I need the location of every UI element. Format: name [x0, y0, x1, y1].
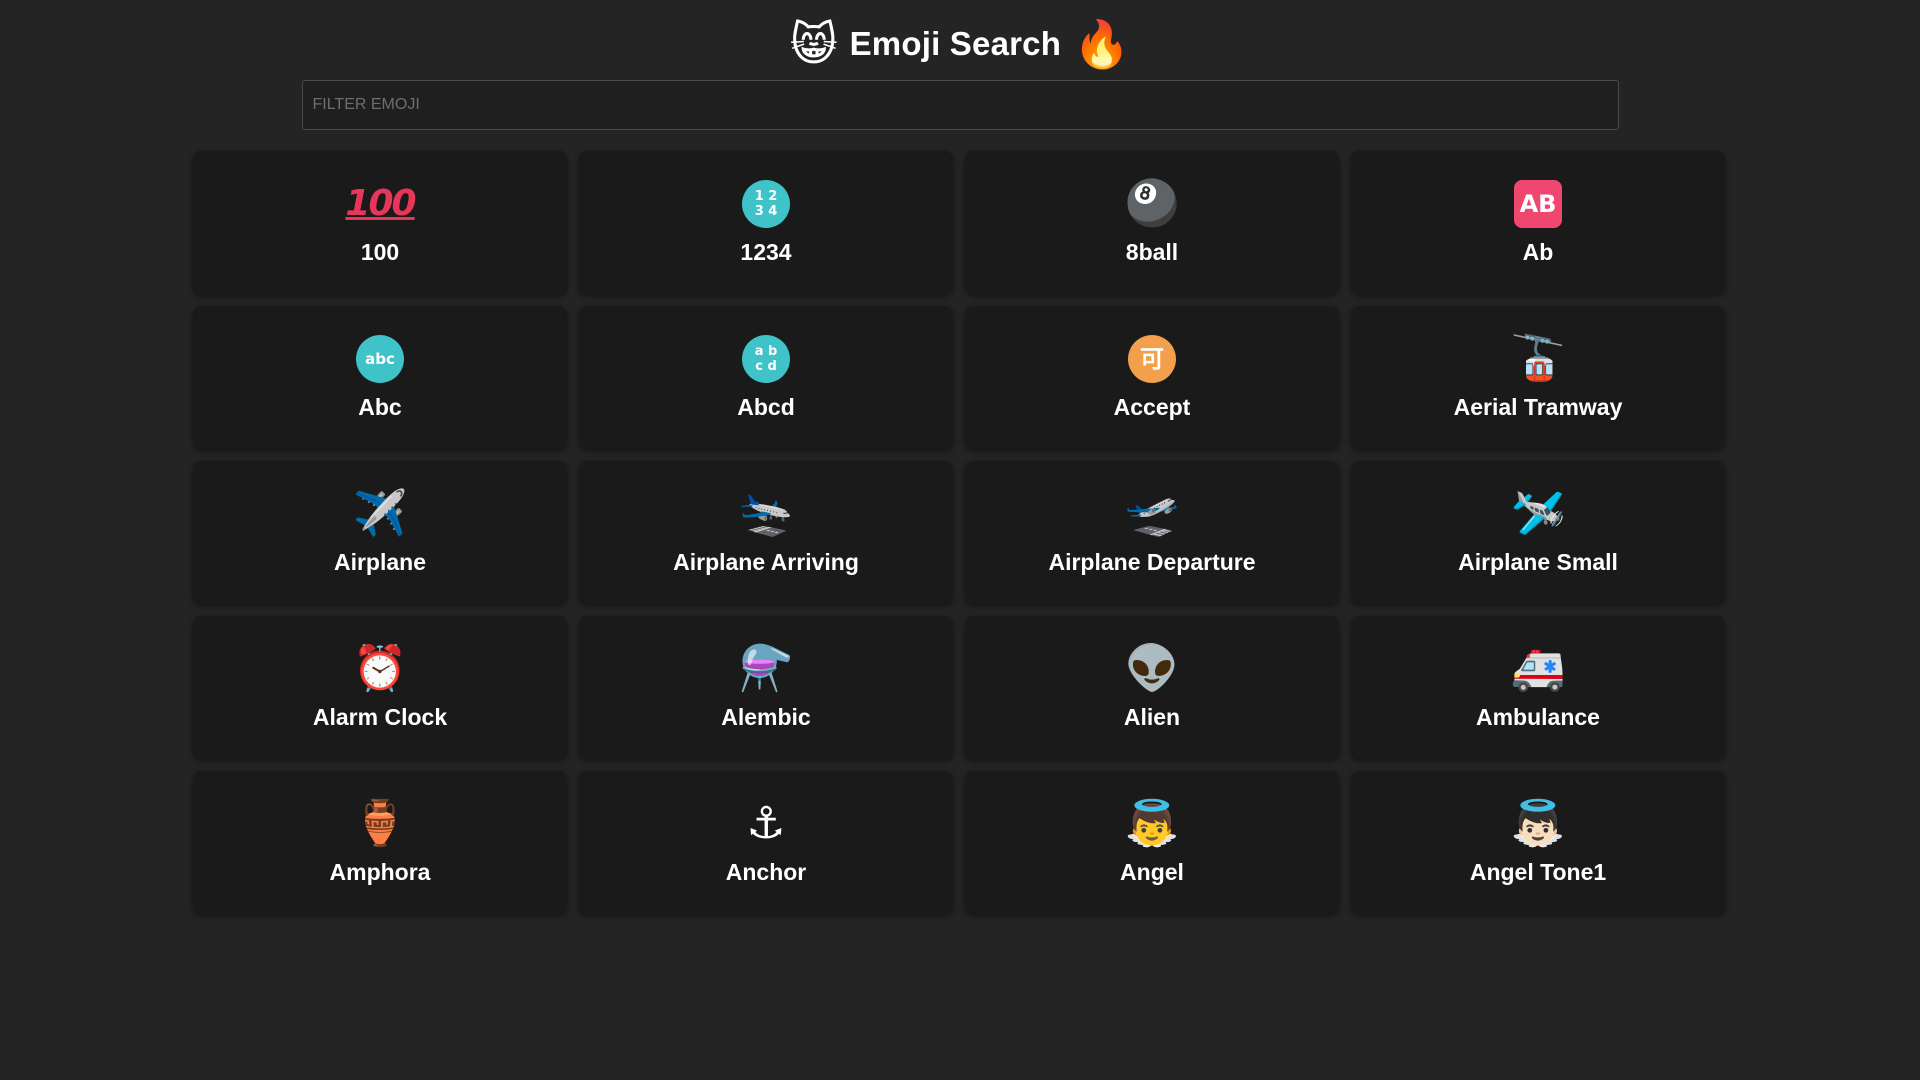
- cat-face-icon: 😸: [789, 18, 838, 70]
- emoji-card-label: Anchor: [725, 859, 807, 885]
- ab-icon: AB: [1513, 179, 1563, 229]
- emoji-card-airplane-arriving[interactable]: 🛬 Airplane Arriving: [579, 461, 953, 604]
- emoji-card-abcd[interactable]: a b c d Abcd: [579, 306, 953, 449]
- abc-icon: abc: [355, 334, 405, 384]
- emoji-card-label: Aerial Tramway: [1453, 394, 1623, 420]
- abcd-icon: a b c d: [741, 334, 791, 384]
- 1234-icon: 1 2 3 4: [741, 179, 791, 229]
- accept-badge-text: 可: [1140, 345, 1164, 373]
- emoji-card-airplane-departure[interactable]: 🛫 Airplane Departure: [965, 461, 1339, 604]
- emoji-card-label: Accept: [1113, 394, 1191, 420]
- emoji-card-label: Airplane Departure: [1048, 549, 1256, 575]
- abcd-badge: a b c d: [742, 335, 790, 383]
- emoji-card-label: Ambulance: [1476, 704, 1600, 730]
- emoji-card-angel-tone1[interactable]: 👼🏻 Angel Tone1: [1351, 771, 1725, 914]
- 8ball-emoji-glyph: 🎱: [1124, 179, 1180, 228]
- alembic-icon: ⚗️: [738, 644, 794, 694]
- amphora-icon: 🏺: [352, 799, 408, 849]
- emoji-card-label: Alembic: [721, 704, 811, 730]
- airplane-departure-emoji-glyph: 🛫: [1124, 489, 1180, 538]
- anchor-icon: ⚓: [741, 799, 791, 849]
- ambulance-icon: 🚑: [1510, 644, 1566, 694]
- alien-icon: 👽: [1124, 644, 1180, 694]
- emoji-card-accept[interactable]: 可 Accept: [965, 306, 1339, 449]
- emoji-card-abc[interactable]: abc Abc: [193, 306, 567, 449]
- angel-icon: 👼: [1124, 799, 1180, 849]
- emoji-card-label: Abcd: [737, 394, 795, 420]
- 8ball-icon: 🎱: [1124, 179, 1180, 229]
- alarm-clock-emoji-glyph: ⏰: [352, 644, 408, 693]
- emoji-card-100[interactable]: 100 100: [193, 151, 567, 294]
- emoji-card-label: Angel Tone1: [1469, 859, 1607, 885]
- airplane-arriving-icon: 🛬: [738, 489, 794, 539]
- search-container: [301, 80, 1619, 130]
- emoji-card-ab[interactable]: AB Ab: [1351, 151, 1725, 294]
- anchor-emoji-glyph: ⚓: [746, 799, 786, 848]
- aerial-tramway-icon: 🚡: [1510, 334, 1566, 384]
- emoji-card-alarm-clock[interactable]: ⏰ Alarm Clock: [193, 616, 567, 759]
- emoji-card-angel[interactable]: 👼 Angel: [965, 771, 1339, 914]
- emoji-card-label: Amphora: [329, 859, 431, 885]
- emoji-results-grid: 100 100 1 2 3 4 1234 🎱 8ball AB Ab abc Abc a b c d…: [193, 151, 1727, 914]
- airplane-icon: ✈️: [352, 489, 408, 539]
- emoji-card-label: 8ball: [1125, 239, 1179, 265]
- accept-badge: 可: [1128, 335, 1176, 383]
- emoji-card-label: Angel: [1120, 859, 1184, 885]
- alien-emoji-glyph: 👽: [1124, 644, 1180, 693]
- airplane-emoji-glyph: ✈️: [352, 489, 408, 538]
- emoji-card-airplane[interactable]: ✈️ Airplane: [193, 461, 567, 604]
- emoji-card-airplane-small[interactable]: 🛩️ Airplane Small: [1351, 461, 1725, 604]
- emoji-card-label: 1234: [740, 239, 792, 265]
- abc-badge: abc: [356, 335, 404, 383]
- emoji-card-1234[interactable]: 1 2 3 4 1234: [579, 151, 953, 294]
- emoji-search-app: 😸 Emoji Search 🔥 100 100 1 2 3 4 1234 🎱 8ball…: [0, 0, 1920, 1080]
- emoji-card-label: Abc: [358, 394, 402, 420]
- filter-emoji-input[interactable]: [301, 80, 1619, 130]
- emoji-card-label: Alarm Clock: [312, 704, 448, 730]
- 100-icon: 100: [345, 179, 416, 229]
- 1234-badge-text: 1 2 3 4: [754, 189, 778, 219]
- 100-glyph-text: 100: [345, 183, 416, 224]
- angel-tone1-icon: 👼🏻: [1510, 799, 1566, 849]
- airplane-small-emoji-glyph: 🛩️: [1510, 489, 1566, 538]
- emoji-card-aerial-tramway[interactable]: 🚡 Aerial Tramway: [1351, 306, 1725, 449]
- emoji-card-alien[interactable]: 👽 Alien: [965, 616, 1339, 759]
- accept-icon: 可: [1127, 334, 1177, 384]
- emoji-card-label: Airplane: [333, 549, 427, 575]
- abcd-badge-text: a b c d: [754, 344, 778, 374]
- alembic-emoji-glyph: ⚗️: [738, 644, 794, 693]
- fire-icon: 🔥: [1073, 18, 1131, 70]
- airplane-small-icon: 🛩️: [1510, 489, 1566, 539]
- emoji-card-label: Airplane Arriving: [673, 549, 859, 575]
- amphora-emoji-glyph: 🏺: [352, 799, 408, 848]
- ab-badge: AB: [1514, 180, 1562, 228]
- emoji-card-alembic[interactable]: ⚗️ Alembic: [579, 616, 953, 759]
- emoji-card-label: 100: [360, 239, 400, 265]
- page-title: Emoji Search: [849, 25, 1062, 62]
- app-header: 😸 Emoji Search 🔥: [0, 0, 1920, 80]
- ambulance-emoji-glyph: 🚑: [1510, 644, 1566, 693]
- ab-badge-text: AB: [1519, 190, 1557, 218]
- emoji-card-amphora[interactable]: 🏺 Amphora: [193, 771, 567, 914]
- emoji-card-8ball[interactable]: 🎱 8ball: [965, 151, 1339, 294]
- emoji-card-anchor[interactable]: ⚓ Anchor: [579, 771, 953, 914]
- abc-badge-text: abc: [365, 349, 395, 368]
- angel-tone1-emoji-glyph: 👼🏻: [1510, 799, 1566, 848]
- emoji-card-label: Alien: [1123, 704, 1181, 730]
- emoji-card-label: Airplane Small: [1458, 549, 1618, 575]
- 1234-badge: 1 2 3 4: [742, 180, 790, 228]
- emoji-card-label: Ab: [1522, 239, 1554, 265]
- alarm-clock-icon: ⏰: [352, 644, 408, 694]
- angel-emoji-glyph: 👼: [1124, 799, 1180, 848]
- aerial-tramway-emoji-glyph: 🚡: [1510, 334, 1566, 383]
- airplane-arriving-emoji-glyph: 🛬: [738, 489, 794, 538]
- airplane-departure-icon: 🛫: [1124, 489, 1180, 539]
- emoji-card-ambulance[interactable]: 🚑 Ambulance: [1351, 616, 1725, 759]
